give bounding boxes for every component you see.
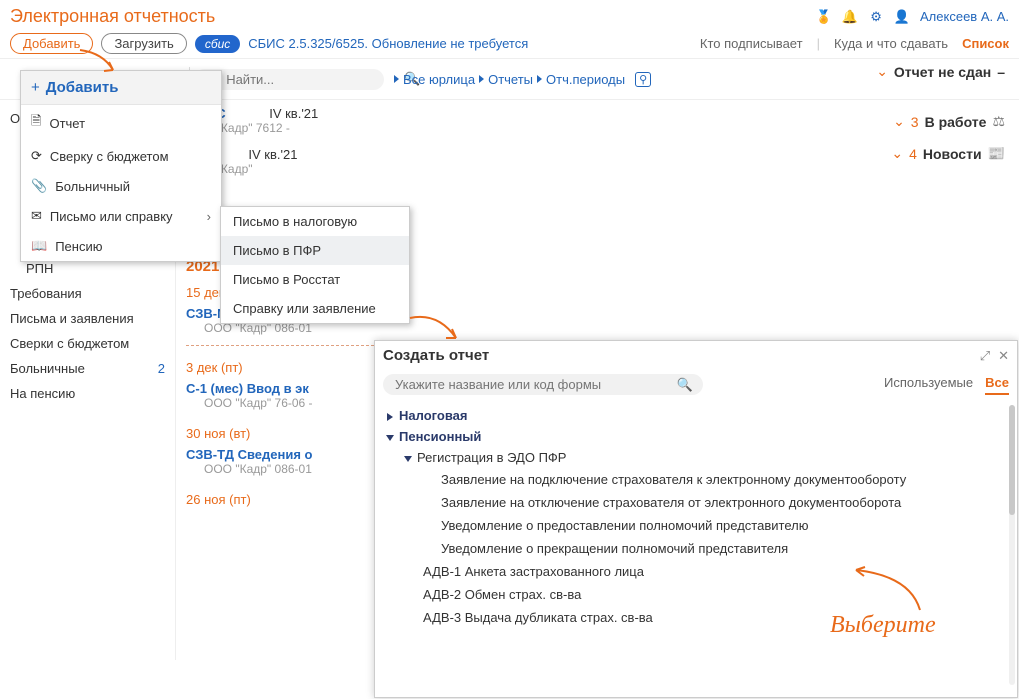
breadcrumb: Все юрлица Отчеты Отч.периоды ⚲ — [394, 72, 651, 87]
bell-icon[interactable]: 🔔 — [842, 9, 858, 25]
panel-title: Создать отчет — [383, 347, 489, 364]
chevron-right-icon: › — [207, 209, 211, 224]
tab-all[interactable]: Все — [985, 375, 1009, 395]
tree-group-edo-pfr[interactable]: Регистрация в ЭДО ПФР — [405, 447, 1005, 468]
tree-group-tax[interactable]: Налоговая — [387, 405, 1005, 426]
tab-list[interactable]: Список — [962, 36, 1009, 51]
sidebar-item-sick[interactable]: Больничные2 — [0, 356, 175, 381]
menu-item-sick[interactable]: 📎Больничный — [21, 171, 221, 201]
scrollbar[interactable] — [1009, 405, 1015, 685]
badge-count: 2 — [158, 361, 165, 376]
report-org: О "Кадр" — [204, 162, 1009, 176]
link-who-signs[interactable]: Кто подписывает — [700, 36, 803, 51]
annotation-note: Выберите — [830, 612, 936, 639]
load-button[interactable]: Загрузить — [101, 33, 186, 54]
scrollbar-thumb[interactable] — [1009, 405, 1015, 515]
gear-icon[interactable]: ⚙ — [868, 9, 884, 25]
report-period: IV кв.'21 — [248, 147, 297, 162]
create-report-panel: Создать отчет ⤢ ✕ 🔍 Используемые Все Нал… — [374, 340, 1018, 698]
document-icon: 🗎 — [31, 112, 41, 134]
filter-icon[interactable]: ⚲ — [635, 72, 651, 87]
submenu-pfr[interactable]: Письмо в ПФР — [221, 236, 409, 265]
panel-search-input[interactable] — [393, 376, 677, 393]
expand-icon[interactable]: ⤢ — [980, 348, 990, 364]
chevron-right-icon — [479, 75, 484, 83]
book-icon: 📖 — [31, 238, 47, 254]
menu-item-pension[interactable]: 📖Пенсию — [21, 231, 221, 261]
clip-icon: 📎 — [31, 178, 47, 194]
sidebar-item-sverki[interactable]: Сверки с бюджетом — [0, 331, 175, 356]
triangle-down-icon — [386, 435, 394, 441]
mail-icon: ✉ — [31, 208, 42, 224]
sidebar-item-pension[interactable]: На пенсию — [0, 381, 175, 406]
crumb-all-entities[interactable]: Все юрлица — [403, 72, 475, 87]
page-title: Электронная отчетность — [10, 6, 215, 27]
tree-leaf[interactable]: Заявление на отключение страхователя от … — [441, 491, 1005, 514]
submenu-rosstat[interactable]: Письмо в Росстат — [221, 265, 409, 294]
crumb-periods[interactable]: Отч.периоды — [546, 72, 625, 87]
add-button[interactable]: Добавить — [10, 33, 93, 54]
submenu-tax[interactable]: Письмо в налоговую — [221, 207, 409, 236]
tree-leaf[interactable]: АДВ-2 Обмен страх. св-ва — [423, 583, 1005, 606]
award-icon[interactable]: 🏅 — [816, 9, 832, 25]
menu-item-letter[interactable]: ✉Письмо или справку› — [21, 201, 221, 231]
user-icon: 👤 — [894, 9, 910, 25]
triangle-down-icon — [404, 456, 412, 462]
user-name[interactable]: Алексеев А. А. — [920, 9, 1009, 24]
tree-leaf[interactable]: Заявление на подключение страхователя к … — [441, 468, 1005, 491]
sbis-logo: сбис — [195, 35, 240, 53]
search-icon[interactable]: 🔍 — [677, 377, 693, 393]
tree-leaf[interactable]: Уведомление о прекращении полномочий пре… — [441, 537, 1005, 560]
menu-item-sverka[interactable]: ⟳Сверку с бюджетом — [21, 141, 221, 171]
link-where-submit[interactable]: Куда и что сдавать — [834, 36, 948, 51]
chevron-right-icon — [394, 75, 399, 83]
chevron-down-icon: ⌄ — [876, 63, 888, 80]
sidebar-item-requirements[interactable]: Требования — [0, 281, 175, 306]
date-group: 10 я — [186, 182, 1009, 207]
crumb-reports[interactable]: Отчеты — [488, 72, 533, 87]
triangle-right-icon — [387, 413, 393, 421]
report-org: О "Кадр" 7612 - — [204, 121, 1009, 135]
report-title[interactable]: СЗВ-ТД Сведения о — [186, 447, 312, 462]
sidebar-item-letters[interactable]: Письма и заявления — [0, 306, 175, 331]
report-title[interactable]: С-1 (мес) Ввод в эк — [186, 381, 309, 396]
letter-submenu: Письмо в налоговую Письмо в ПФР Письмо в… — [220, 206, 410, 324]
tab-used[interactable]: Используемые — [884, 375, 973, 395]
add-dropdown-header: +Добавить — [21, 71, 221, 105]
menu-item-report[interactable]: 🗎Отчет — [21, 105, 221, 141]
status-not-submitted[interactable]: ⌄ Отчет не сдан – — [876, 63, 1005, 80]
chevron-right-icon — [537, 75, 542, 83]
search-input[interactable] — [224, 71, 404, 88]
tree-leaf[interactable]: АДВ-1 Анкета застрахованного лица — [423, 560, 1005, 583]
submenu-spravka[interactable]: Справку или заявление — [221, 294, 409, 323]
tree-group-pension[interactable]: Пенсионный — [387, 426, 1005, 447]
refresh-icon: ⟳ — [31, 148, 42, 164]
tree-leaf[interactable]: Уведомление о предоставлении полномочий … — [441, 514, 1005, 537]
panel-search-wrap[interactable]: 🔍 — [383, 374, 703, 395]
close-icon[interactable]: ✕ — [998, 348, 1009, 364]
add-dropdown: +Добавить 🗎Отчет ⟳Сверку с бюджетом 📎Бол… — [20, 70, 222, 262]
report-period: IV кв.'21 — [269, 106, 318, 121]
version-status: СБИС 2.5.325/6525. Обновление не требует… — [248, 36, 528, 51]
search-input-wrap[interactable]: 🔍 🔍 — [194, 69, 384, 90]
